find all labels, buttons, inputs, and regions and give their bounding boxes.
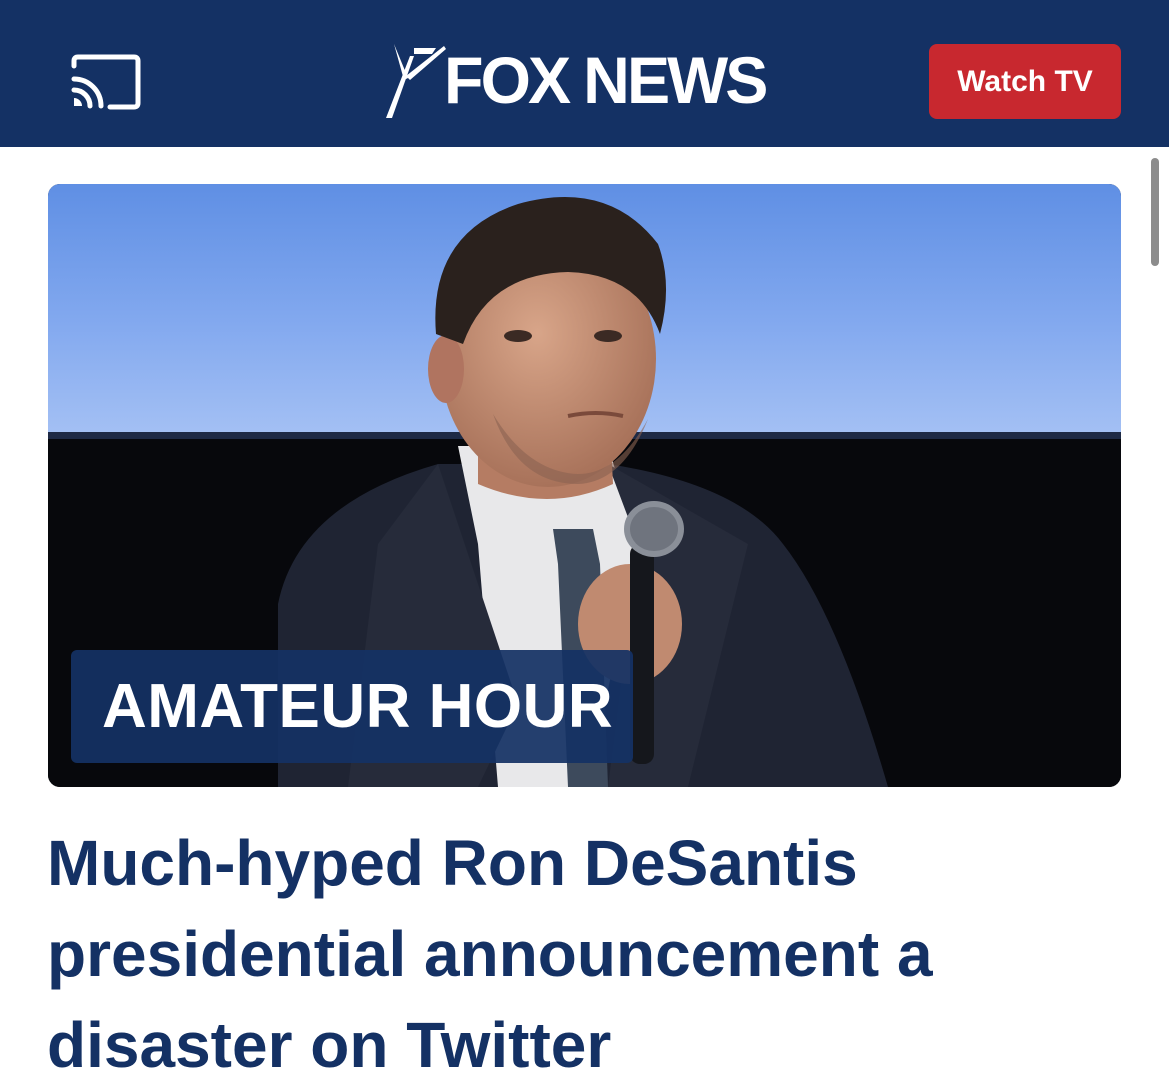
article-headline[interactable]: Much-hyped Ron DeSantis presidential ann… bbox=[47, 818, 1127, 1091]
fox-news-logo-mark bbox=[386, 44, 446, 118]
article-tag: AMATEUR HOUR bbox=[71, 650, 633, 763]
top-navigation-bar: FOX NEWS Watch TV bbox=[0, 0, 1169, 147]
cast-button[interactable] bbox=[68, 52, 144, 112]
cast-icon bbox=[71, 54, 141, 110]
scrollbar[interactable] bbox=[1151, 158, 1159, 266]
fox-news-logo[interactable]: FOX NEWS bbox=[384, 40, 772, 120]
watch-tv-button[interactable]: Watch TV bbox=[929, 44, 1121, 119]
brand-name: FOX NEWS bbox=[444, 43, 768, 117]
